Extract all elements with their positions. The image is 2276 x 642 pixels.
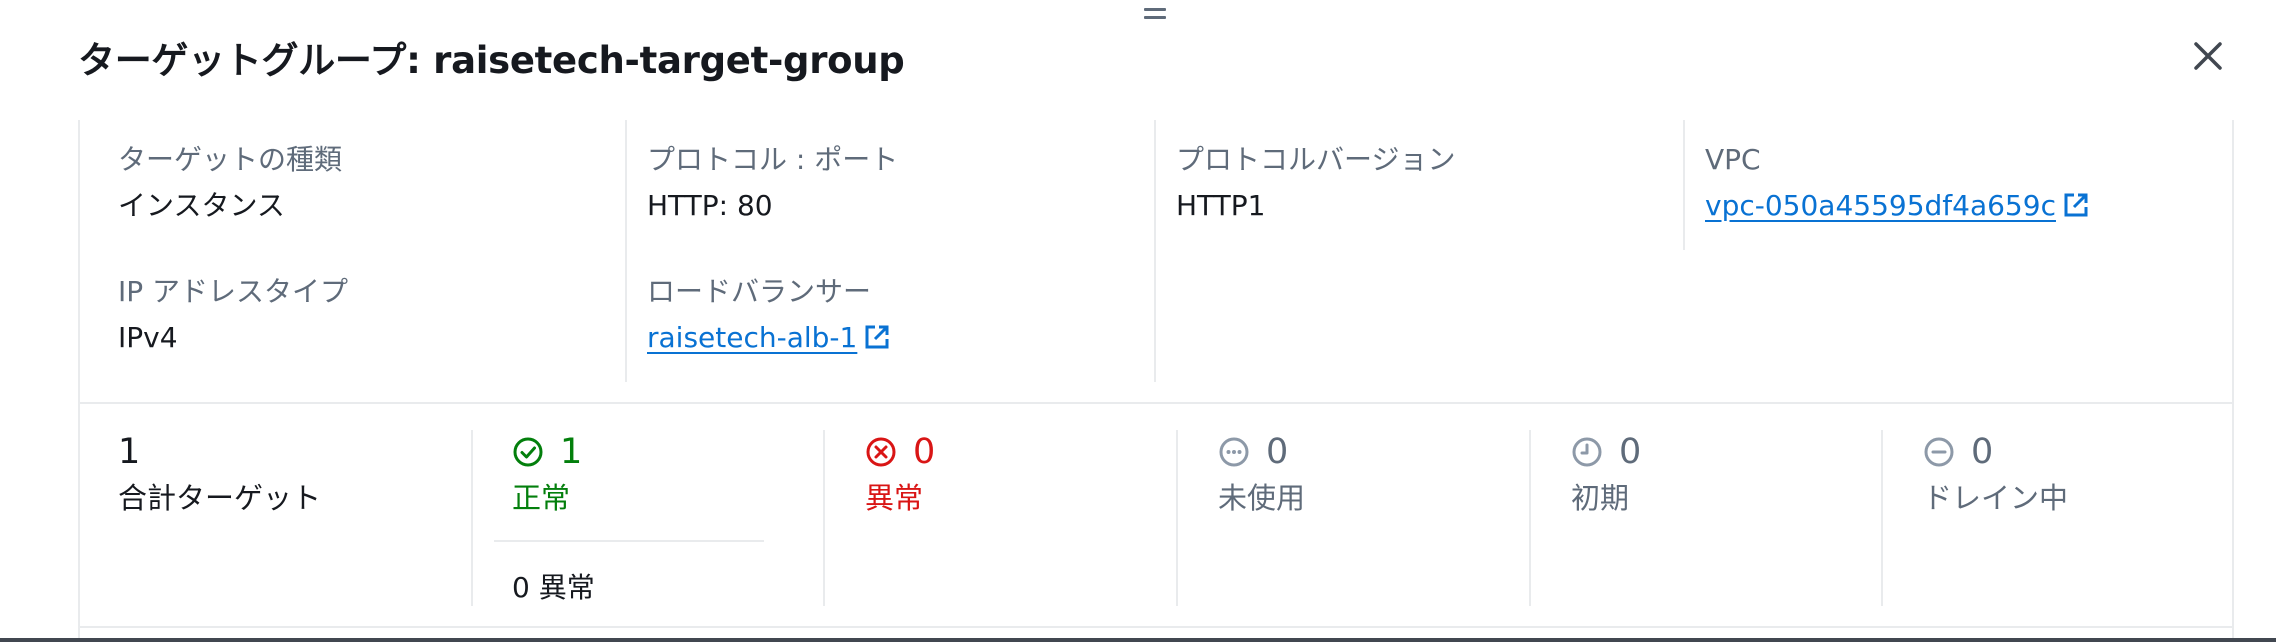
stat-total-targets: 1 合計ターゲット: [118, 430, 321, 518]
protocol-version-value: HTTP1: [1176, 189, 1266, 222]
stat-initial-value: 0: [1619, 432, 1642, 472]
stat-divider: [823, 430, 825, 606]
column-divider: [1683, 120, 1685, 250]
minus-circle-icon: [1924, 437, 1954, 467]
protocol-port-field: プロトコル : ポート HTTP: 80: [647, 142, 898, 224]
stat-draining-value: 0: [1971, 432, 1994, 472]
page-title: ターゲットグループ: raisetech-target-group: [78, 39, 905, 82]
protocol-port-label: プロトコル : ポート: [647, 143, 899, 176]
divider: [78, 626, 2234, 628]
ip-address-type-field: IP アドレスタイプ IPv4: [118, 274, 348, 356]
column-divider: [625, 120, 627, 382]
ip-address-type-value: IPv4: [118, 321, 178, 354]
stat-divider: [1881, 430, 1883, 606]
drag-handle-icon[interactable]: [1144, 8, 1166, 22]
stat-total-label: 合計ターゲット: [118, 481, 322, 515]
stat-unused-label: 未使用: [1218, 481, 1306, 515]
load-balancer-label: ロードバランサー: [647, 275, 872, 308]
stat-sub-divider: [494, 540, 764, 542]
column-divider: [1154, 120, 1156, 382]
stat-divider: [471, 430, 473, 606]
x-circle-icon: [866, 437, 896, 467]
external-link-icon[interactable]: [863, 323, 891, 351]
stat-divider: [1176, 430, 1178, 606]
target-type-value: インスタンス: [118, 189, 285, 222]
stat-unhealthy: 0 異常: [865, 430, 935, 518]
stat-initial-label: 初期: [1571, 481, 1630, 515]
stat-healthy-label: 正常: [512, 481, 571, 515]
stat-unhealthy-value: 0: [913, 432, 936, 472]
load-balancer-field: ロードバランサー raisetech-alb-1: [647, 274, 891, 356]
ellipsis-circle-icon: [1219, 437, 1249, 467]
target-type-label: ターゲットの種類: [118, 143, 343, 176]
clock-icon: [1572, 437, 1602, 467]
check-circle-icon: [513, 437, 543, 467]
vpc-link[interactable]: vpc-050a45595df4a659c: [1705, 189, 2056, 222]
section-divider: [78, 402, 2234, 404]
stat-total-value: 1: [118, 432, 141, 472]
target-group-panel: ターゲットグループ: raisetech-target-group ターゲットの…: [0, 0, 2276, 642]
external-link-icon[interactable]: [2062, 191, 2090, 219]
vpc-field: VPC vpc-050a45595df4a659c: [1705, 142, 2090, 224]
load-balancer-link[interactable]: raisetech-alb-1: [647, 321, 857, 354]
window-bottom-border: [0, 638, 2276, 642]
vpc-label: VPC: [1705, 143, 1761, 176]
protocol-version-field: プロトコルバージョン HTTP1: [1176, 142, 1455, 224]
stat-unused-value: 0: [1266, 432, 1289, 472]
stat-healthy-note: 0 異常: [512, 571, 595, 604]
protocol-version-label: プロトコルバージョン: [1176, 143, 1456, 176]
stat-healthy: 1 正常: [512, 430, 582, 518]
stat-divider: [1529, 430, 1531, 606]
stat-draining-label: ドレイン中: [1923, 481, 2069, 515]
target-type-field: ターゲットの種類 インスタンス: [118, 142, 342, 224]
stat-initial: 0 初期: [1571, 430, 1641, 518]
close-icon[interactable]: [2190, 38, 2226, 74]
stat-unhealthy-label: 異常: [865, 481, 924, 515]
ip-address-type-label: IP アドレスタイプ: [118, 275, 349, 308]
stat-unused: 0 未使用: [1218, 430, 1305, 518]
stat-draining: 0 ドレイン中: [1923, 430, 2068, 518]
protocol-port-value: HTTP: 80: [647, 189, 773, 222]
stat-healthy-value: 1: [560, 432, 583, 472]
